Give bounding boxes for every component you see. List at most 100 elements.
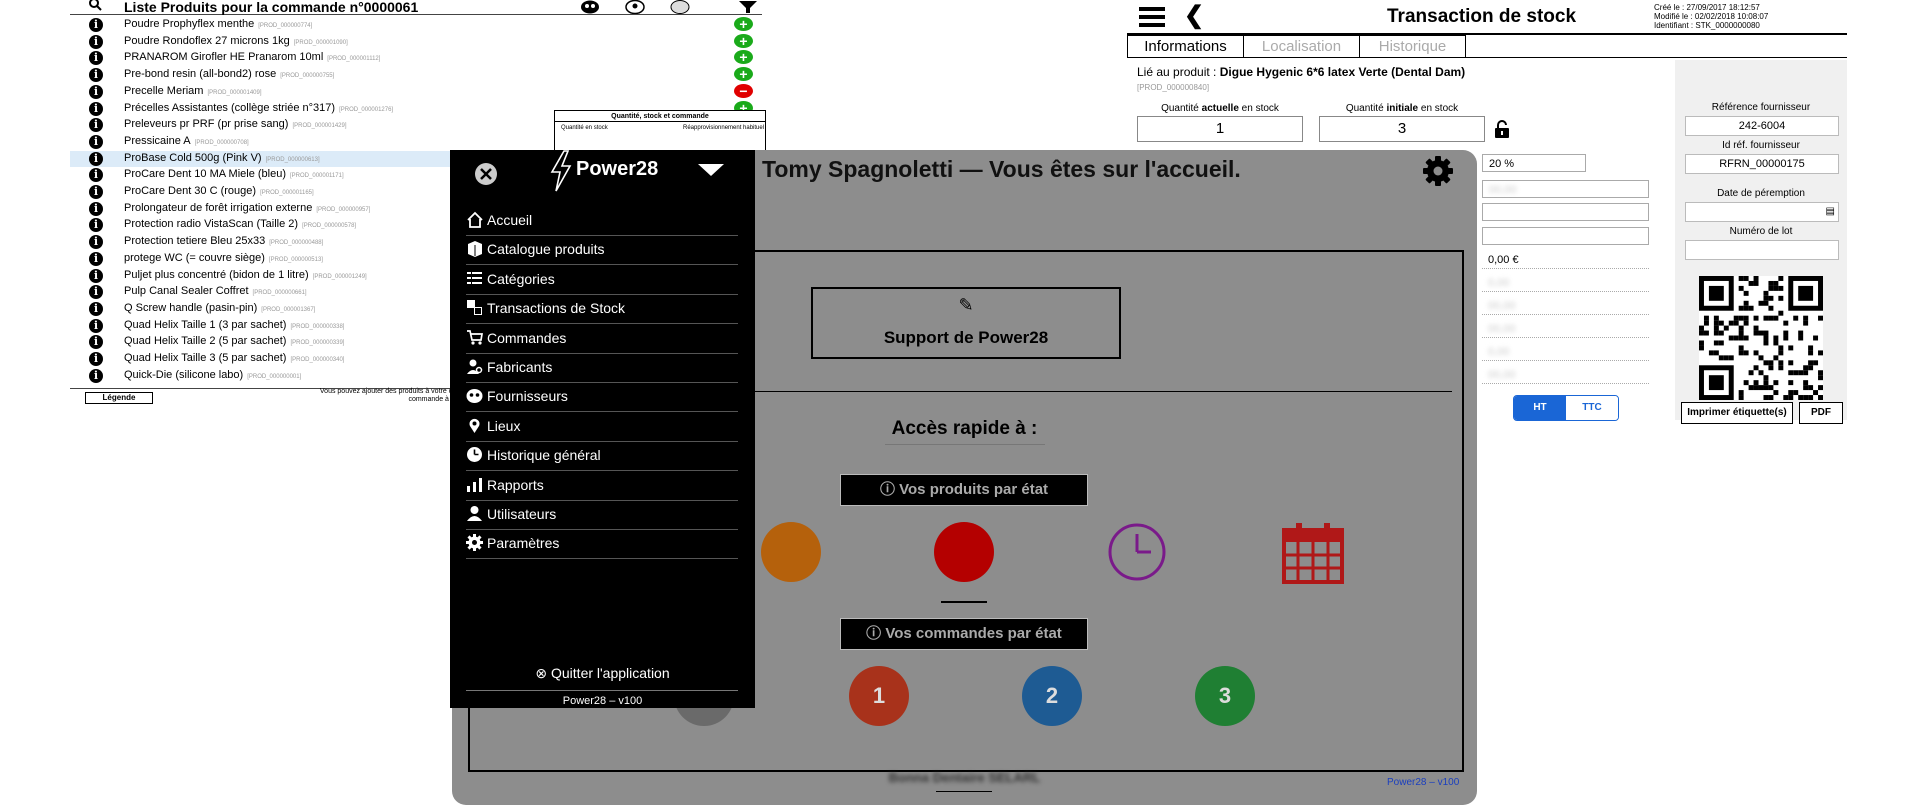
back-arrow-icon[interactable]: ❮ (1184, 4, 1204, 28)
product-name: Protection radio VistaScan (Taille 2) [PR… (124, 218, 357, 231)
tab-historique[interactable]: Historique (1359, 35, 1466, 58)
legend-button[interactable]: Légende (85, 392, 153, 404)
orders-state-1[interactable]: 1 (849, 666, 909, 726)
info-icon[interactable]: i (89, 84, 103, 99)
info-icon[interactable]: i (89, 185, 103, 199)
supplier-ref-field[interactable]: 242-6004 (1685, 116, 1839, 136)
info-icon[interactable]: i (89, 268, 103, 283)
menu-item-label: Commandes (487, 329, 567, 346)
product-name: Quad Helix Taille 2 (5 par sachet) [PROD_… (124, 335, 345, 348)
menu-item-label: Catalogue produits (487, 241, 605, 258)
info-icon[interactable]: i (89, 251, 103, 266)
add-icon[interactable]: + (734, 33, 753, 48)
supplier-id-field[interactable]: RFRN_00000175 (1685, 154, 1839, 174)
products-state-orange[interactable] (761, 522, 821, 582)
info-icon[interactable]: i (89, 68, 103, 83)
menu-item[interactable]: Historique général (466, 441, 738, 472)
price-field-1[interactable]: 00,00 (1482, 180, 1649, 198)
menu-item[interactable]: Paramètres (466, 529, 738, 560)
orders-by-state-button[interactable]: ⓘ Vos commandes par état (840, 618, 1088, 650)
add-icon[interactable]: + (734, 17, 753, 31)
tab-localisation[interactable]: Localisation (1243, 35, 1360, 58)
product-row[interactable]: i PRANAROM Girofler HE Pranarom 10ml [PROD… (70, 50, 762, 66)
info-icon[interactable]: i (89, 51, 103, 66)
info-icon[interactable]: i (89, 151, 103, 166)
info-icon[interactable]: i (89, 335, 103, 350)
info-icon[interactable]: i (89, 201, 103, 216)
ht-ttc-toggle[interactable]: HT TTC (1513, 395, 1619, 421)
menu-item[interactable]: Catalogue produits (466, 235, 738, 266)
chevron-down-icon[interactable] (698, 164, 724, 176)
add-icon[interactable]: + (734, 67, 753, 82)
users-filter-icon[interactable] (580, 0, 600, 14)
menu-item[interactable]: Catégories (466, 265, 738, 295)
info-icon[interactable]: i (89, 168, 103, 183)
quit-app-button[interactable]: ⊗ Quitter l'application (450, 665, 755, 682)
unlock-icon[interactable] (1494, 120, 1510, 138)
products-state-red[interactable] (934, 522, 994, 582)
amount-line-3: 00,00 (1482, 297, 1649, 315)
product-name: Puljet plus concentré (bidon de 1 litre)… (124, 268, 367, 281)
product-row[interactable]: i Precelle Meriam [PROD_000001409] − (70, 83, 762, 100)
print-labels-button[interactable]: Imprimer étiquette(s) (1681, 402, 1793, 424)
orders-state-2[interactable]: 2 (1022, 666, 1082, 726)
menu-item[interactable]: Utilisateurs (466, 500, 738, 530)
remove-icon[interactable]: − (734, 83, 753, 98)
funnel-filter-icon[interactable] (738, 0, 758, 14)
info-icon[interactable]: i (89, 301, 103, 316)
calendar-small-icon[interactable]: ▤ (1826, 203, 1835, 221)
clock-icon[interactable] (1107, 522, 1167, 582)
expiry-date-field[interactable]: ▤ (1685, 202, 1839, 222)
info-icon[interactable]: i (89, 285, 103, 300)
menu-item[interactable]: Accueil (466, 206, 738, 236)
current-qty-field[interactable]: 1 (1137, 116, 1303, 142)
initial-qty-field[interactable]: 3 (1319, 116, 1485, 142)
info-icon[interactable]: i (89, 134, 103, 149)
stock-topbar: ❮ Transaction de stock Créé le : 27/09/2… (1127, 0, 1847, 35)
quantity-in-stock-label: Quantité en stock (561, 125, 608, 131)
info-icon[interactable]: i (89, 101, 103, 116)
menu-item[interactable]: Transactions de Stock (466, 294, 738, 325)
search-icon[interactable] (88, 0, 102, 12)
product-name: Précelles Assistantes (collège striée n°… (124, 101, 394, 114)
orders-state-3[interactable]: 3 (1195, 666, 1255, 726)
close-icon[interactable] (474, 162, 498, 186)
hamburger-menu-icon[interactable] (1139, 7, 1165, 27)
info-icon[interactable]: i (89, 352, 103, 366)
calendar-icon[interactable] (1282, 522, 1344, 584)
add-icon[interactable]: + (734, 50, 753, 65)
menu-item[interactable]: Fournisseurs (466, 382, 738, 413)
settings-gear-icon[interactable] (1422, 155, 1454, 187)
linked-product-name[interactable]: Digue Hygenic 6*6 latex Verte (Dental Da… (1220, 65, 1465, 79)
menu-item-label: Fabricants (487, 359, 553, 375)
menu-item[interactable]: Rapports (466, 471, 738, 501)
pdf-button[interactable]: PDF (1799, 402, 1843, 424)
info-icon[interactable]: i (89, 235, 103, 250)
product-row[interactable]: i Poudre Rondoflex 27 microns 1kg [PROD_00… (70, 33, 762, 50)
product-row[interactable]: i Pre-bond resin (all-bond2) rose [PROD_00… (70, 67, 762, 83)
tab-informations[interactable]: Informations (1127, 35, 1244, 58)
ttc-button[interactable]: TTC (1566, 396, 1618, 420)
lot-number-field[interactable] (1685, 240, 1839, 260)
products-by-state-button[interactable]: ⓘ Vos produits par état (840, 474, 1088, 506)
user-icon (467, 506, 482, 521)
price-field-2[interactable] (1482, 203, 1649, 221)
manufacturer-filter-icon[interactable] (625, 0, 645, 14)
tva-field[interactable]: 20 % (1482, 154, 1586, 172)
product-name: Pre-bond resin (all-bond2) rose [PROD_000… (124, 68, 335, 81)
info-icon[interactable]: i (89, 218, 103, 233)
product-row[interactable]: i Poudre Prophyflex menthe [PROD_000000774… (70, 17, 762, 33)
info-icon[interactable]: i (89, 368, 103, 383)
info-icon[interactable]: i (89, 18, 103, 32)
info-icon[interactable]: i (89, 34, 103, 49)
ht-button[interactable]: HT (1514, 396, 1566, 420)
support-button[interactable]: ✎ Support de Power28 (811, 287, 1121, 359)
status-filter-icon[interactable] (670, 0, 690, 14)
info-icon[interactable]: i (89, 318, 103, 333)
menu-item[interactable]: Commandes (466, 324, 738, 354)
menu-item[interactable]: Lieux (466, 412, 738, 442)
price-field-3[interactable] (1482, 227, 1649, 245)
menu-item[interactable]: Fabricants (466, 353, 738, 383)
info-icon[interactable]: i (89, 118, 103, 133)
quantity-stock-order-box: Quantité, stock et commande Quantité en … (554, 110, 766, 152)
